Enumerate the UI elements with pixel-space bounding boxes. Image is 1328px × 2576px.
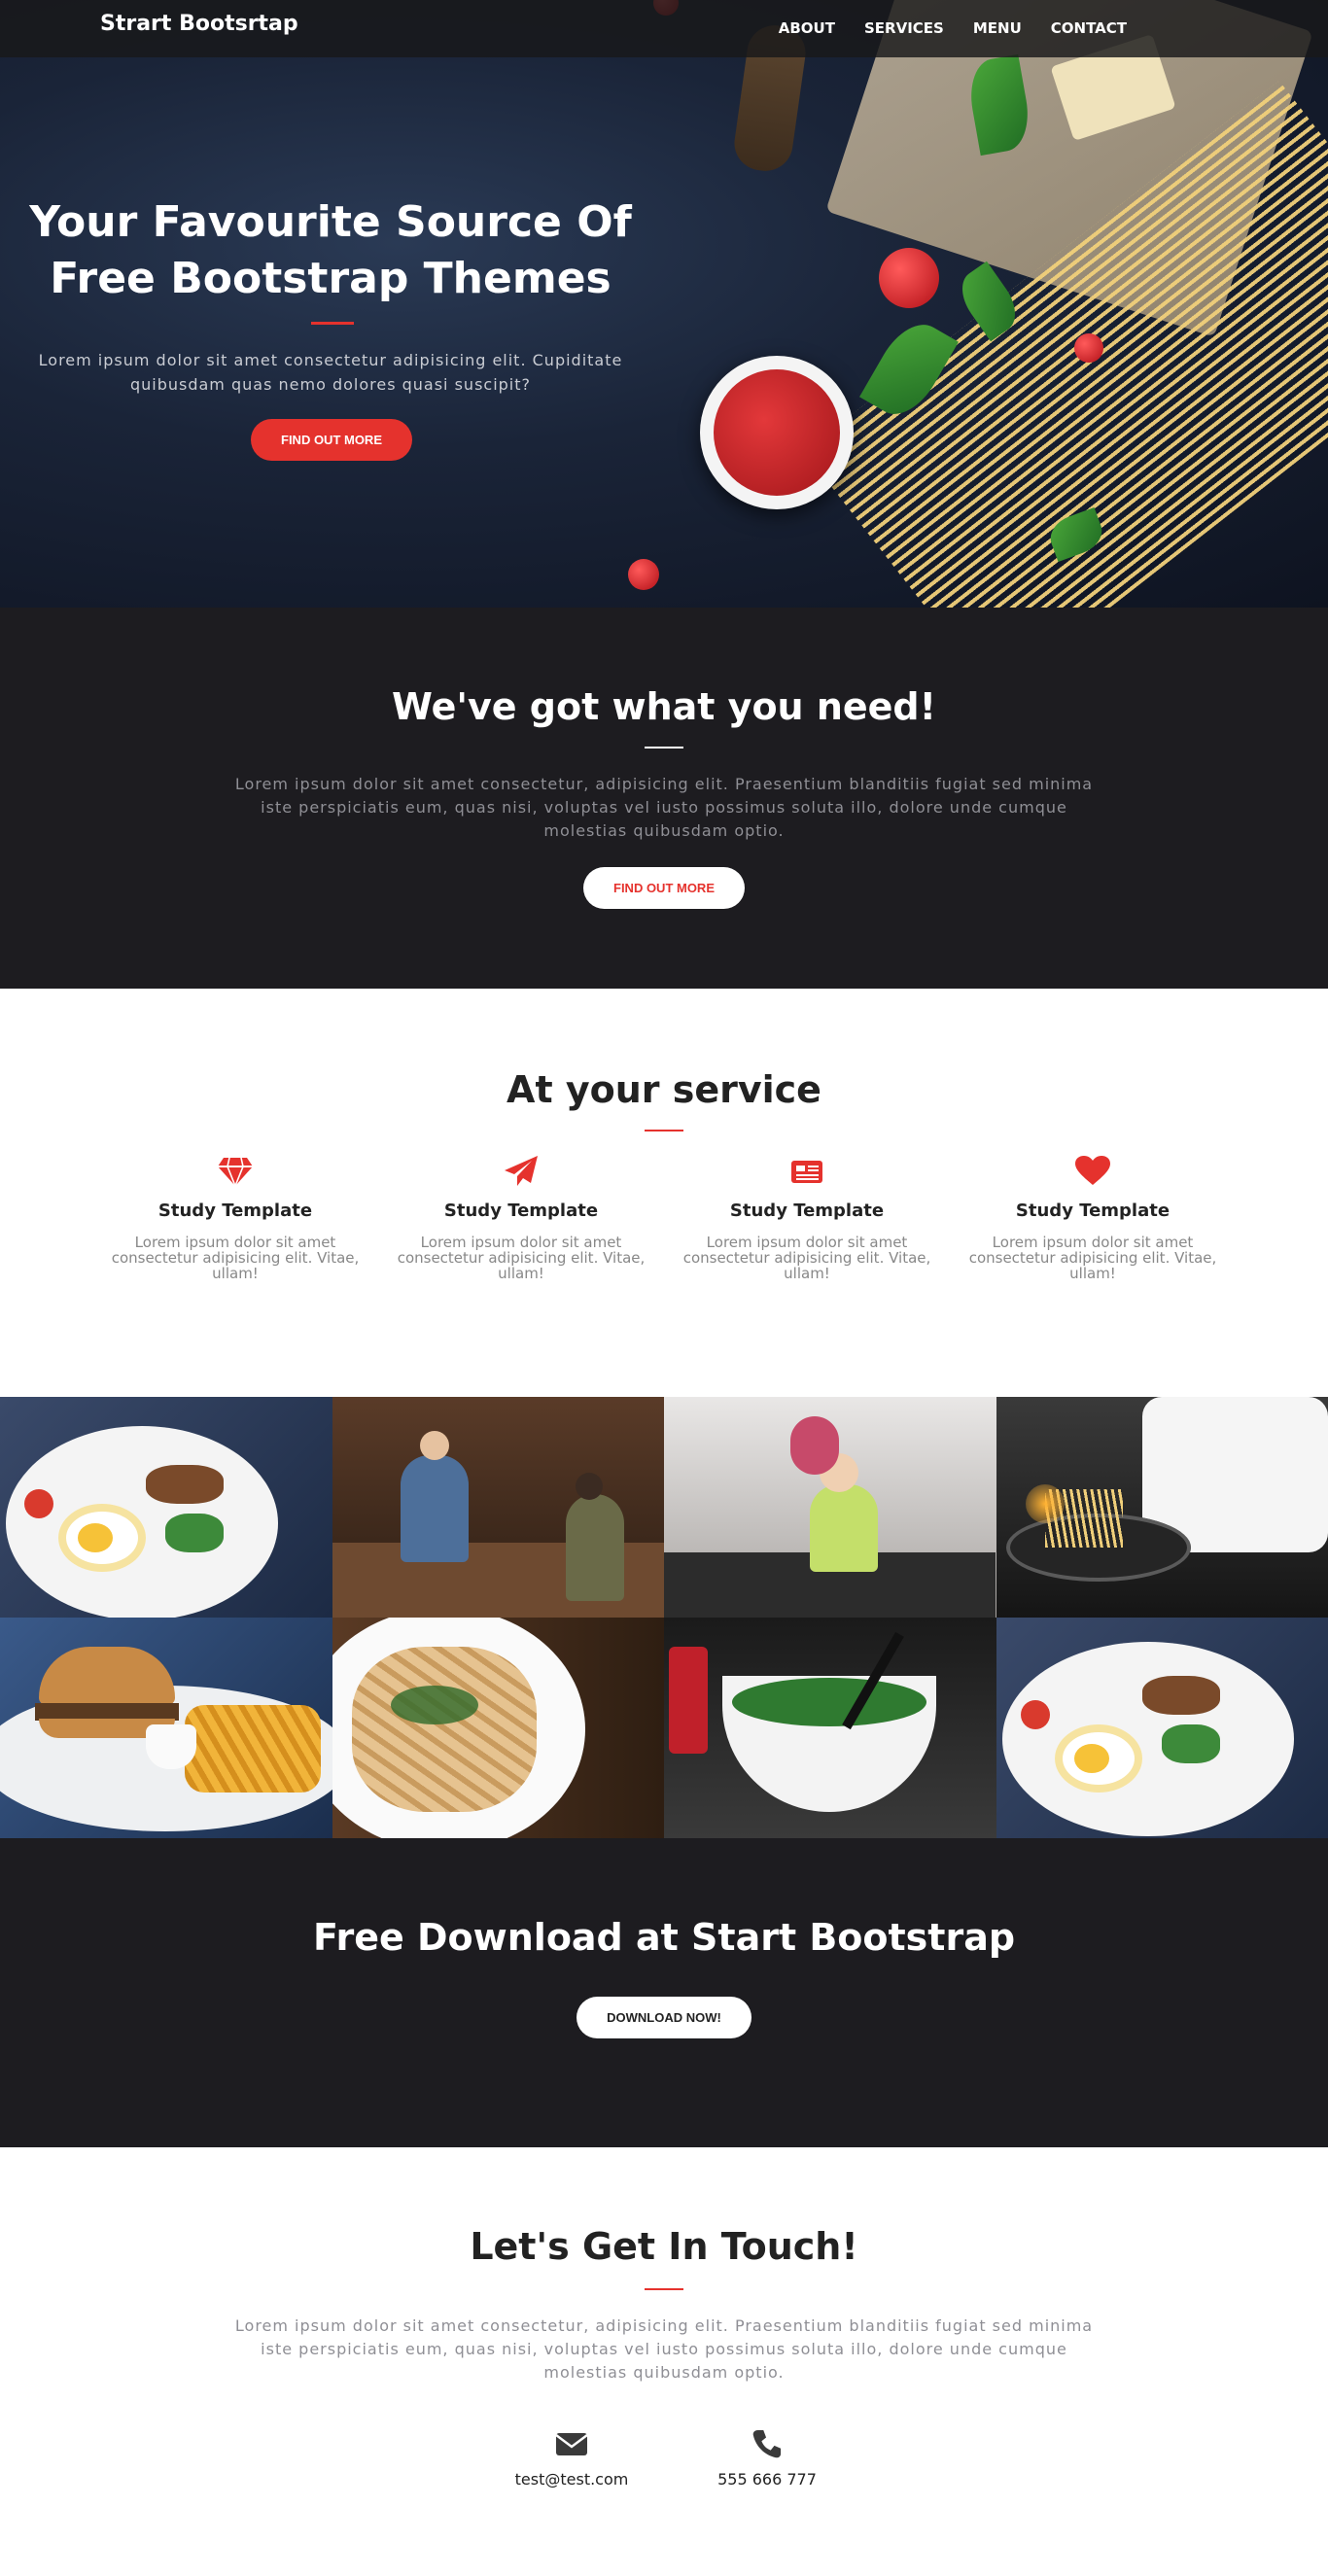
services-title: At your service [507, 1068, 821, 1111]
diamond-icon [218, 1157, 253, 1187]
navbar: Strart Bootsrtap ABOUT SERVICES MENU CON… [0, 0, 1328, 57]
service-item: Study Template Lorem ipsum dolor sit ame… [385, 1156, 657, 1281]
about-title: We've got what you need! [392, 685, 936, 728]
hero-find-out-more-button[interactable]: FIND OUT MORE [251, 419, 412, 461]
portfolio-gallery [0, 1397, 1328, 1838]
hero-title: Your Favourite Source Of Free Bootstrap … [29, 197, 632, 303]
gallery-image-pasta[interactable] [332, 1618, 664, 1838]
gallery-image-bar[interactable] [332, 1397, 664, 1618]
envelope-icon [555, 2433, 588, 2455]
hero-divider [311, 322, 354, 325]
service-item: Study Template Lorem ipsum dolor sit ame… [99, 1156, 371, 1281]
phone-icon [752, 2429, 782, 2458]
services-section: At your service Study Template Lorem ips… [0, 989, 1328, 1397]
nav-links: ABOUT SERVICES MENU CONTACT [779, 19, 1127, 37]
tomato-image [1074, 333, 1103, 363]
hero-section: Your Favourite Source Of Free Bootstrap … [0, 0, 1328, 608]
service-title: Study Template [1015, 1201, 1171, 1221]
service-text: Lorem ipsum dolor sit amet consectetur a… [111, 1234, 360, 1282]
service-item: Study Template Lorem ipsum dolor sit ame… [671, 1156, 943, 1281]
download-section: Free Download at Start Bootstrap DOWNLOA… [0, 1838, 1328, 2147]
contact-phone: 555 666 777 [670, 2429, 864, 2489]
service-title: Study Template [157, 1201, 313, 1221]
contact-section: Let's Get In Touch! Lorem ipsum dolor si… [0, 2147, 1328, 2576]
contact-email-text[interactable]: test@test.com [474, 2470, 669, 2489]
service-item: Study Template Lorem ipsum dolor sit ame… [957, 1156, 1229, 1281]
service-text: Lorem ipsum dolor sit amet consectetur a… [968, 1234, 1217, 1282]
service-text: Lorem ipsum dolor sit amet consectetur a… [397, 1234, 646, 1282]
tomato-sauce-image [714, 369, 840, 496]
about-find-out-more-button[interactable]: FIND OUT MORE [583, 867, 745, 909]
service-title: Study Template [729, 1201, 885, 1221]
nav-link-contact[interactable]: CONTACT [1051, 19, 1127, 37]
gallery-image-burger[interactable] [0, 1618, 332, 1838]
about-section: We've got what you need! Lorem ipsum dol… [0, 608, 1328, 989]
nav-link-about[interactable]: ABOUT [779, 19, 835, 37]
about-text: Lorem ipsum dolor sit amet consectetur, … [234, 775, 1094, 840]
download-now-button[interactable]: DOWNLOAD NOW! [577, 1997, 751, 2038]
brand-logo[interactable]: Strart Bootsrtap [100, 12, 298, 36]
gallery-image-chef[interactable] [996, 1397, 1328, 1618]
download-title: Free Download at Start Bootstrap [312, 1916, 1016, 1959]
contact-divider [645, 2288, 683, 2290]
service-text: Lorem ipsum dolor sit amet consectetur a… [682, 1234, 931, 1282]
service-title: Study Template [443, 1201, 599, 1221]
heart-icon [1075, 1156, 1110, 1185]
contact-title: Let's Get In Touch! [470, 2225, 858, 2268]
gallery-image-salad[interactable] [664, 1618, 996, 1838]
contact-email: test@test.com [474, 2429, 669, 2489]
hero-subtitle: Lorem ipsum dolor sit amet consectetur a… [38, 351, 623, 394]
contact-text: Lorem ipsum dolor sit amet consectetur, … [234, 2316, 1094, 2382]
contact-phone-text[interactable]: 555 666 777 [670, 2470, 864, 2489]
gallery-image-breakfast[interactable] [0, 1397, 332, 1618]
nav-link-menu[interactable]: MENU [973, 19, 1022, 37]
newspaper-icon [791, 1161, 822, 1183]
tomato-image [628, 559, 659, 590]
gallery-image-kitchen[interactable] [664, 1397, 996, 1618]
about-divider [645, 747, 683, 748]
gallery-image-breakfast-2[interactable] [996, 1618, 1328, 1838]
services-divider [645, 1130, 683, 1131]
tomato-image [879, 248, 939, 308]
paper-plane-icon [505, 1156, 538, 1186]
nav-link-services[interactable]: SERVICES [864, 19, 944, 37]
